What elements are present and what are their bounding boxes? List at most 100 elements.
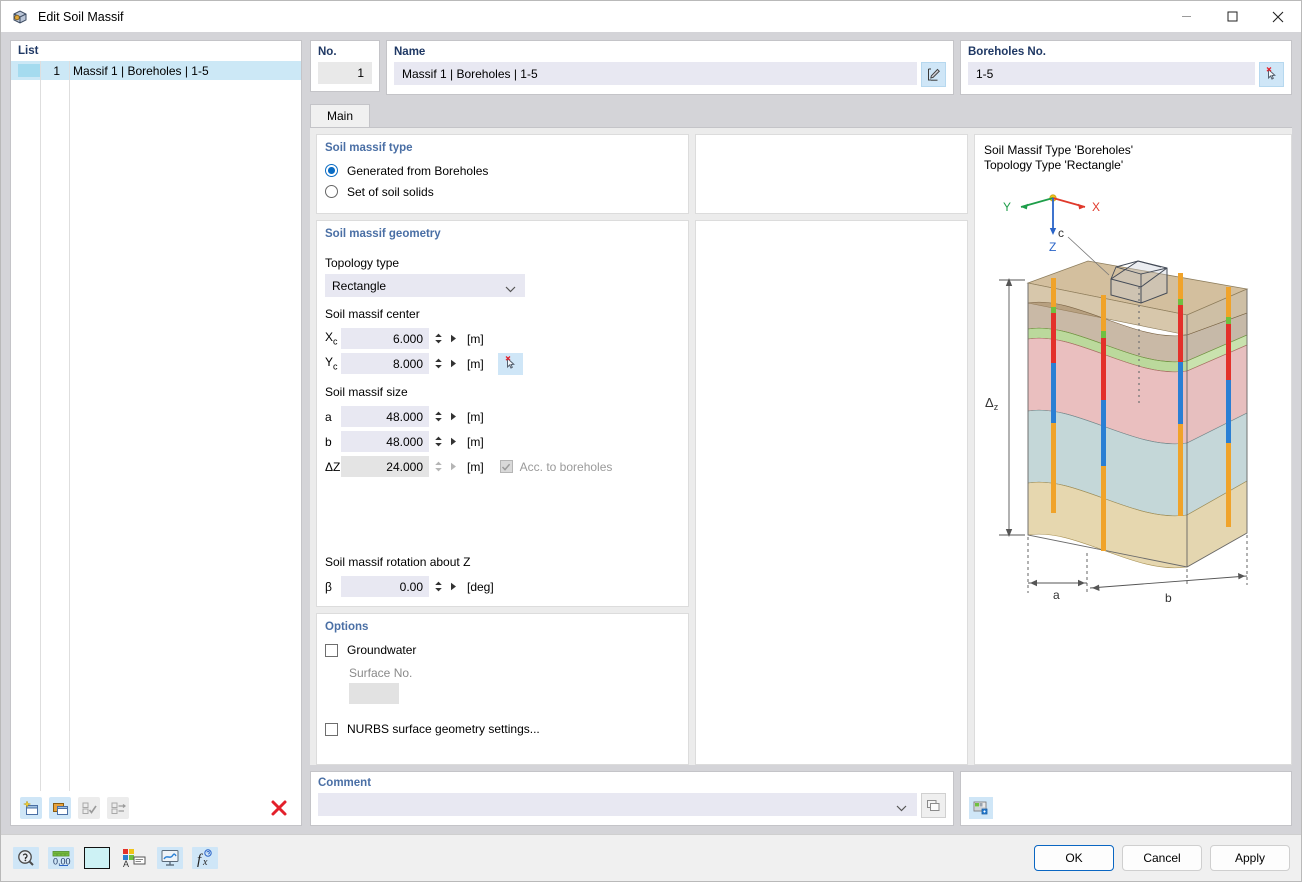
checkbox-indicator [325, 643, 338, 657]
close-button[interactable] [1255, 1, 1301, 32]
pick-center-point-button[interactable] [497, 352, 523, 375]
empty-panel-bottom [695, 220, 968, 765]
list-item[interactable]: 1 Massif 1 | Boreholes | 1-5 [11, 61, 301, 80]
b-input[interactable]: 48.000 [341, 431, 429, 452]
pick-boreholes-button[interactable] [1259, 62, 1284, 87]
boreholes-field-box: Boreholes No. 1-5 [960, 40, 1292, 95]
label-b: b [1165, 591, 1172, 605]
groundwater-checkbox[interactable]: Groundwater [317, 639, 688, 661]
preview-line-1: Soil Massif Type 'Boreholes' [984, 143, 1134, 157]
options-title: Options [325, 621, 369, 633]
borehole-3 [1178, 273, 1183, 516]
boreholes-input[interactable]: 1-5 [968, 62, 1255, 85]
a-next-button[interactable] [448, 410, 458, 424]
acc-to-boreholes-checkbox: Acc. to boreholes [499, 459, 613, 474]
beta-unit: [deg] [467, 579, 494, 594]
tab-main-label: Main [326, 109, 353, 123]
help-tool-button[interactable] [13, 847, 39, 869]
svg-text:X: X [1092, 200, 1100, 214]
dialog-buttons: OK Cancel Apply [1034, 845, 1290, 871]
comment-title: Comment [318, 777, 372, 789]
edit-soil-massif-dialog: Edit Soil Massif List 1 Massif 1 | Boreh… [0, 0, 1302, 882]
color-tool-button[interactable] [83, 846, 111, 870]
item-number: 1 [53, 63, 60, 78]
header-fields: No. 1 Name Massif 1 | Boreholes | 1-5 Bo… [310, 40, 1292, 95]
minimize-button[interactable] [1163, 1, 1209, 32]
dz-stepper [432, 460, 444, 473]
acc-to-boreholes-label: Acc. to boreholes [519, 459, 613, 474]
edit-name-button[interactable] [921, 62, 946, 87]
beta-input[interactable]: 0.00 [341, 576, 429, 597]
yc-input[interactable]: 8.000 [341, 353, 429, 374]
field-symbol: b [325, 434, 332, 449]
field-symbol: Yc [325, 355, 338, 372]
radio-generated-from-boreholes[interactable]: Generated from Boreholes [317, 160, 688, 181]
copy-item-button[interactable] [49, 797, 71, 819]
soil-block [1026, 260, 1249, 569]
tab-main[interactable]: Main [310, 104, 370, 127]
preview-image-button[interactable] [969, 797, 993, 819]
radio-set-of-soil-solids[interactable]: Set of soil solids [317, 181, 688, 202]
xc-stepper[interactable] [432, 332, 444, 345]
number-label: No. [318, 46, 337, 58]
label-c: c [1058, 226, 1064, 240]
list-toolbar [11, 791, 301, 825]
field-symbol: a [325, 409, 332, 424]
window-controls [1163, 1, 1301, 32]
xc-input[interactable]: 6.000 [341, 328, 429, 349]
svg-text:x: x [202, 857, 208, 867]
radio-indicator [325, 185, 338, 198]
formula-tool-button[interactable]: f x [192, 847, 218, 869]
comment-input[interactable] [318, 793, 917, 816]
label-a: a [1053, 588, 1060, 602]
b-stepper[interactable] [432, 435, 444, 448]
geometry-title: Soil massif geometry [325, 228, 441, 240]
topology-type-select[interactable]: Rectangle [325, 274, 525, 297]
nurbs-checkbox[interactable]: NURBS surface geometry settings... [317, 718, 688, 740]
preview-info: Soil Massif Type 'Boreholes' Topology Ty… [975, 135, 1291, 173]
xc-next-button[interactable] [448, 332, 458, 346]
soil-massif-3d-diagram: X Y Z c Δz a b [985, 194, 1249, 605]
axis-triad: X Y Z [1003, 194, 1100, 254]
cancel-button[interactable]: Cancel [1122, 845, 1202, 871]
dimension-dz: Δz [985, 278, 1025, 537]
a-stepper[interactable] [432, 410, 444, 423]
name-input[interactable]: Massif 1 | Boreholes | 1-5 [394, 62, 917, 85]
a-input[interactable]: 48.000 [341, 406, 429, 427]
b-next-button[interactable] [448, 435, 458, 449]
maximize-button[interactable] [1209, 1, 1255, 32]
field-yc: Yc 8.000 [m] [325, 352, 688, 375]
chevron-down-icon[interactable] [896, 801, 907, 815]
preview-panel: Soil Massif Type 'Boreholes' Topology Ty… [974, 134, 1292, 765]
comment-copy-button[interactable] [921, 793, 946, 818]
window-title: Edit Soil Massif [38, 9, 124, 24]
yc-next-button[interactable] [448, 357, 458, 371]
graphic-settings-button[interactable] [157, 847, 183, 869]
secondary-column [695, 134, 968, 765]
radio-label: Generated from Boreholes [347, 163, 489, 178]
units-tool-button[interactable]: 0,00 [48, 847, 74, 869]
beta-stepper[interactable] [432, 580, 444, 593]
field-beta: β 0.00 [deg] [325, 575, 688, 598]
borehole-4 [1226, 287, 1231, 527]
empty-panel-top [695, 134, 968, 214]
field-a: a 48.000 [m] [325, 405, 688, 428]
geometry-panel: Soil massif geometry Topology type Recta… [316, 220, 689, 607]
beta-next-button[interactable] [448, 580, 458, 594]
list-body[interactable]: 1 Massif 1 | Boreholes | 1-5 [11, 61, 301, 791]
name-label: Name [394, 46, 426, 58]
b-unit: [m] [467, 434, 484, 449]
new-item-button[interactable] [20, 797, 42, 819]
field-dz: ΔZ 24.000 [m] Acc. to boreholes [325, 455, 688, 478]
apply-button[interactable]: Apply [1210, 845, 1290, 871]
svg-text:Z: Z [1049, 240, 1056, 254]
surface-no-label: Surface No. [349, 666, 413, 680]
display-properties-button[interactable]: A [120, 846, 148, 870]
a-unit: [m] [467, 409, 484, 424]
field-symbol: ΔZ [325, 459, 341, 474]
delete-item-button[interactable] [269, 798, 289, 818]
tab-strip: Main [310, 104, 1292, 127]
footer-tools: 0,00 A f x [13, 846, 218, 870]
ok-button[interactable]: OK [1034, 845, 1114, 871]
yc-stepper[interactable] [432, 357, 444, 370]
